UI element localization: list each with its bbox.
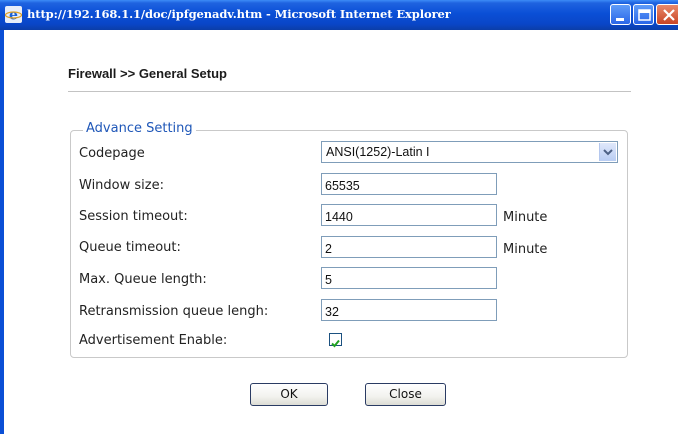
ok-button[interactable]: OK [250,383,328,406]
queue-timeout-label: Queue timeout: [79,240,181,255]
max-queue-length-label: Max. Queue length: [79,272,207,287]
retransmission-queue-length-input[interactable] [321,299,497,321]
advertisement-enable-label: Advertisement Enable: [79,333,228,348]
window-size-input[interactable] [321,173,497,195]
close-window-button[interactable] [656,4,678,25]
advertisement-enable-checkbox[interactable] [329,333,342,348]
codepage-select[interactable]: ANSI(1252)-Latin I [321,141,618,163]
maximize-button[interactable] [633,4,654,25]
queue-timeout-unit: Minute [503,242,548,257]
retransmission-queue-length-label: Retransmission queue lengh: [79,304,269,319]
checkmark-icon [331,339,340,348]
queue-timeout-input[interactable] [321,236,497,258]
max-queue-length-input[interactable] [321,267,497,289]
minimize-button[interactable] [610,4,631,25]
window-title-bar[interactable]: e http://192.168.1.1/doc/ipfgenadv.htm -… [0,0,678,30]
window-frame-left [0,30,4,434]
close-icon [663,9,675,21]
advance-setting-legend: Advance Setting [83,121,196,136]
page-title: Firewall >> General Setup [68,66,227,81]
session-timeout-input[interactable] [321,204,497,226]
window-title: http://192.168.1.1/doc/ipfgenadv.htm - M… [27,7,451,21]
session-timeout-label: Session timeout: [79,209,188,224]
maximize-icon [638,9,651,21]
dropdown-arrow[interactable] [599,143,616,161]
codepage-label: Codepage [79,146,145,161]
codepage-selected-value: ANSI(1252)-Latin I [326,145,430,159]
minimize-icon [616,18,624,21]
window-size-label: Window size: [79,178,164,193]
close-button[interactable]: Close [365,383,446,406]
title-divider [68,91,631,92]
internet-explorer-icon: e [5,6,22,23]
chevron-down-icon [603,149,613,156]
session-timeout-unit: Minute [503,210,548,225]
svg-text:e: e [9,8,18,24]
